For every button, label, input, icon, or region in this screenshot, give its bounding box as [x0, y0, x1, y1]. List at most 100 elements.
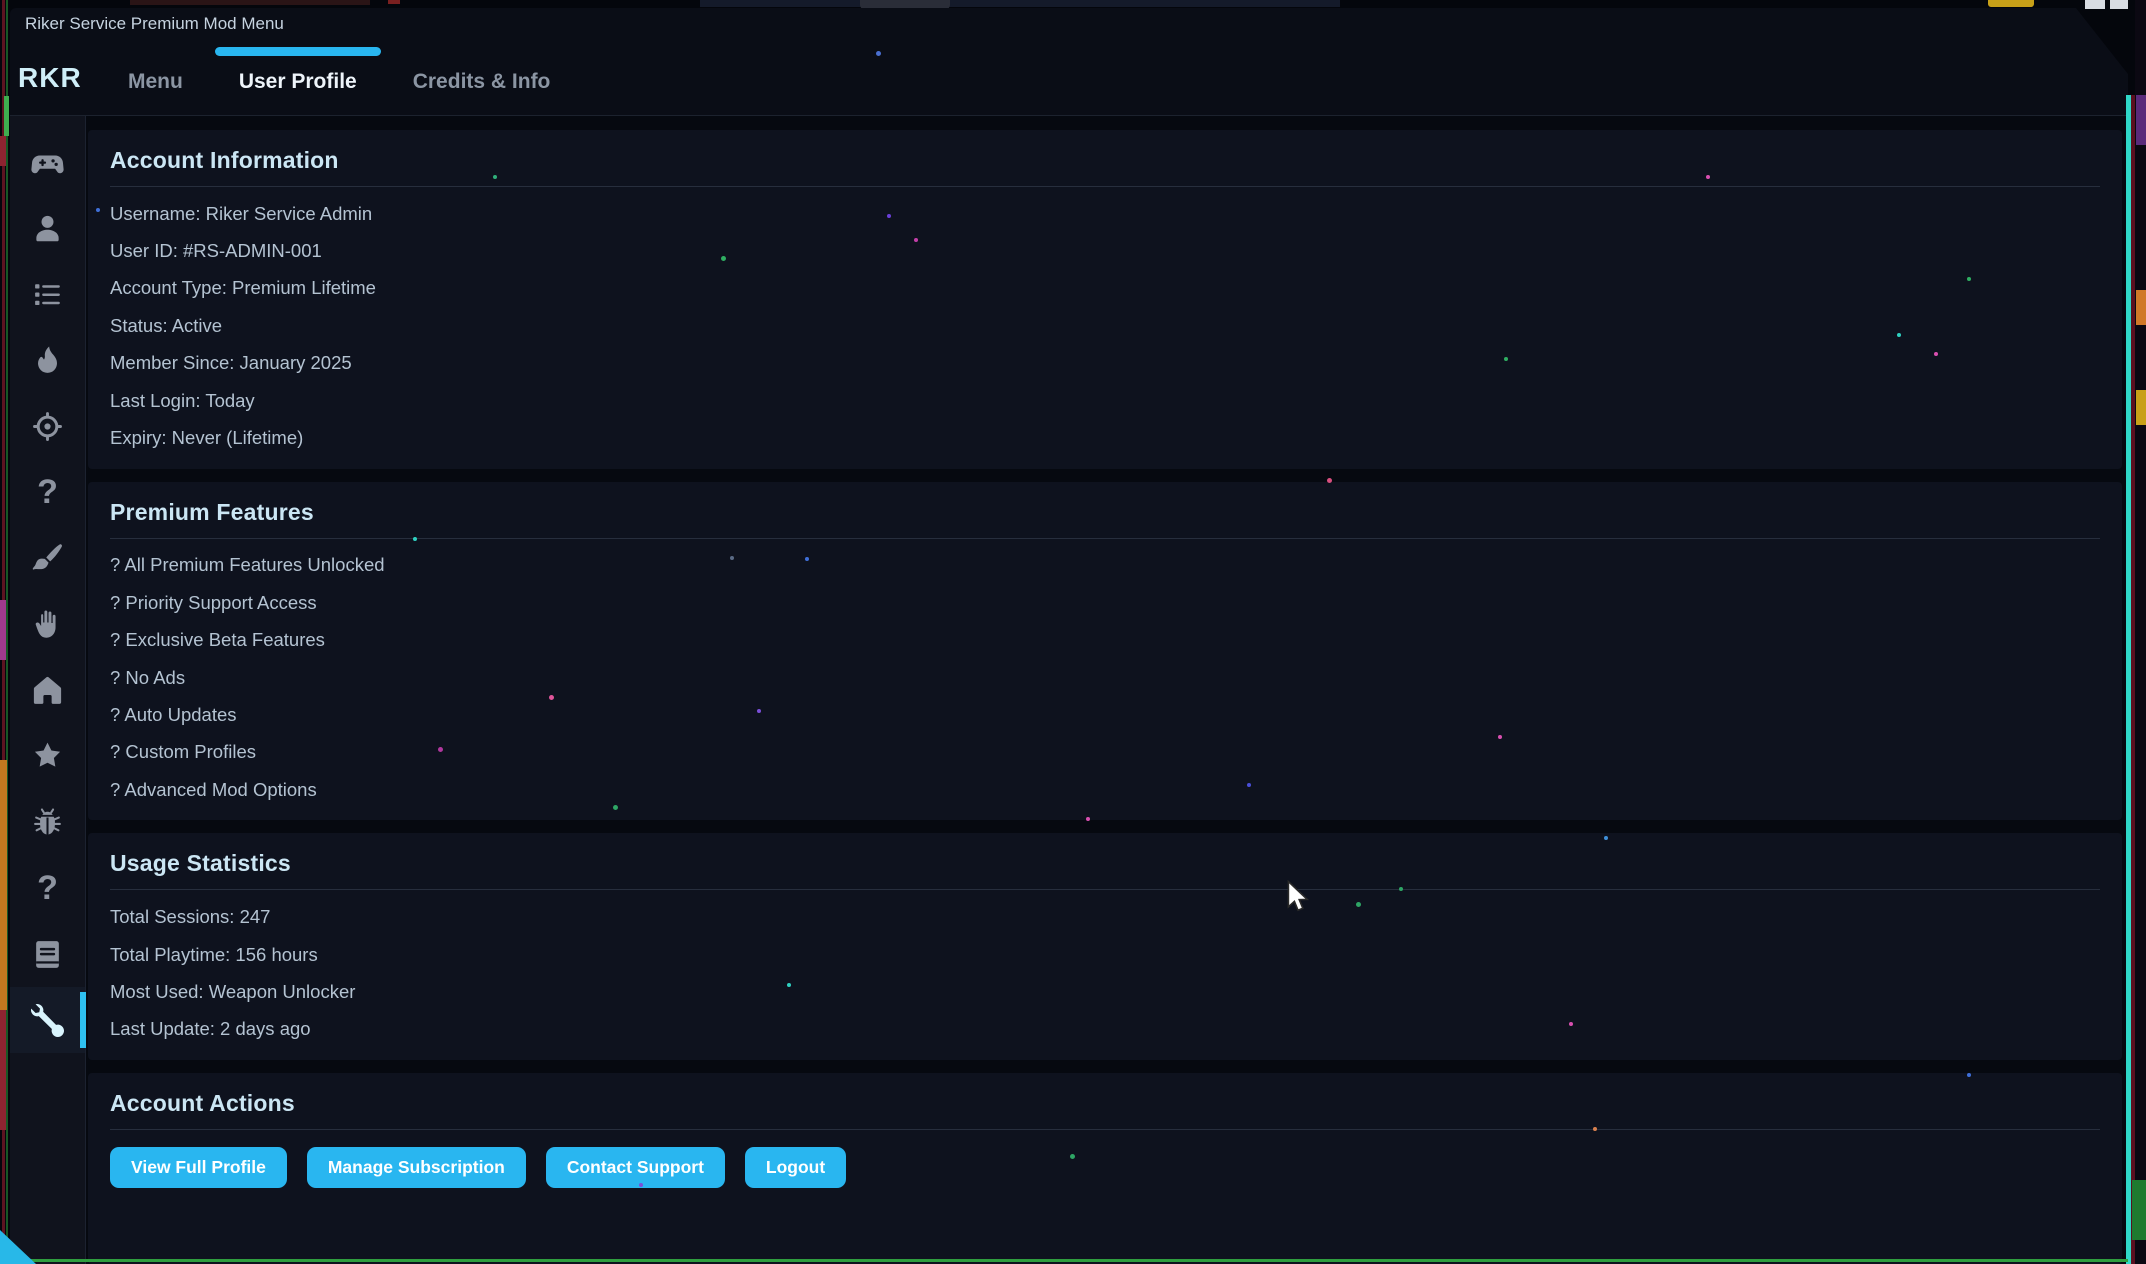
particle-dot — [887, 214, 891, 218]
content-area: Account Information Username: Riker Servi… — [86, 116, 2128, 1264]
particle-dot — [1706, 175, 1710, 179]
sidebar-item-home[interactable] — [10, 657, 85, 723]
sidebar-item-wrench-active[interactable] — [10, 987, 85, 1053]
sidebar-item-flame[interactable] — [10, 327, 85, 393]
video-artifact — [388, 0, 400, 4]
tab-bar: MenuUser ProfileCredits & Info — [100, 38, 578, 115]
section-account-information: Account Information Username: Riker Servi… — [88, 130, 2122, 469]
particle-dot — [1399, 887, 1403, 891]
view-full-profile-button[interactable]: View Full Profile — [110, 1147, 287, 1188]
mouse-cursor — [1286, 880, 1314, 917]
section-title: Account Actions — [110, 1090, 2100, 1117]
video-artifact — [0, 760, 7, 1010]
particle-dot — [730, 556, 734, 560]
info-row: ? Auto Updates — [110, 696, 2100, 733]
section-rows: Username: Riker Service AdminUser ID: #R… — [110, 187, 2100, 457]
info-row: Status: Active — [110, 307, 2100, 344]
video-artifact — [2110, 0, 2128, 9]
manage-subscription-button[interactable]: Manage Subscription — [307, 1147, 526, 1188]
sidebar-item-bug[interactable] — [10, 789, 85, 855]
sidebar-item-brush[interactable] — [10, 525, 85, 591]
particle-dot — [1498, 735, 1502, 739]
particle-dot — [96, 208, 100, 212]
particle-dot — [493, 175, 497, 179]
video-artifact — [2085, 0, 2105, 9]
particle-dot — [1967, 277, 1971, 281]
particle-dot — [1967, 1073, 1971, 1077]
window-title: Riker Service Premium Mod Menu — [25, 14, 284, 34]
logout-button[interactable]: Logout — [745, 1147, 846, 1188]
particle-dot — [1934, 352, 1938, 356]
contact-support-button[interactable]: Contact Support — [546, 1147, 725, 1188]
particle-dot — [438, 747, 443, 752]
section-title: Account Information — [110, 147, 2100, 174]
info-row: ? Exclusive Beta Features — [110, 622, 2100, 659]
video-artifact — [2135, 0, 2146, 1264]
video-artifact — [6, 0, 8, 1264]
particle-dot — [1356, 902, 1361, 907]
section-rows: Total Sessions: 247Total Playtime: 156 h… — [110, 890, 2100, 1048]
sidebar: ?? — [10, 116, 86, 1264]
question-icon: ? — [37, 475, 58, 509]
logo: RKR — [18, 62, 85, 94]
info-row: Expiry: Never (Lifetime) — [110, 419, 2100, 456]
info-row: ? Advanced Mod Options — [110, 771, 2100, 808]
sidebar-item-gamepad[interactable] — [10, 129, 85, 195]
info-row: Last Update: 2 days ago — [110, 1011, 2100, 1048]
sidebar-item-user[interactable] — [10, 195, 85, 261]
particle-dot — [787, 983, 791, 987]
particle-dot — [1897, 333, 1901, 337]
section-title: Premium Features — [110, 499, 2100, 526]
video-artifact — [0, 600, 6, 660]
main-area: ?? Account Information Username: Riker Se… — [10, 116, 2128, 1264]
tab-menu[interactable]: Menu — [100, 38, 211, 115]
info-row: Last Login: Today — [110, 382, 2100, 419]
particle-dot — [914, 238, 918, 242]
crosshair-icon — [31, 410, 64, 443]
particle-dot — [1604, 836, 1608, 840]
tab-credits-info[interactable]: Credits & Info — [385, 38, 579, 115]
action-buttons: View Full Profile Manage Subscription Cont… — [110, 1147, 2100, 1188]
sidebar-item-star[interactable] — [10, 723, 85, 789]
tab-user-profile[interactable]: User Profile — [211, 38, 385, 115]
sidebar-item-question[interactable]: ? — [10, 855, 85, 921]
video-artifact — [2136, 290, 2146, 325]
info-row: ? Custom Profiles — [110, 734, 2100, 771]
particle-dot — [1327, 478, 1332, 483]
mod-menu-window: Riker Service Premium Mod Menu RKR MenuU… — [10, 8, 2128, 1264]
particle-dot — [805, 557, 809, 561]
star-icon — [31, 740, 64, 773]
particle-dot — [549, 695, 554, 700]
particle-dot — [757, 709, 761, 713]
sidebar-item-hand[interactable] — [10, 591, 85, 657]
question-icon: ? — [37, 871, 58, 905]
info-row: ? No Ads — [110, 659, 2100, 696]
info-row: Total Sessions: 247 — [110, 898, 2100, 935]
sidebar-item-crosshair[interactable] — [10, 393, 85, 459]
particle-dot — [1593, 1127, 1597, 1131]
section-account-actions: Account Actions View Full Profile Manage S… — [88, 1073, 2122, 1264]
video-artifact — [860, 0, 950, 9]
titlebar: Riker Service Premium Mod Menu — [10, 8, 2128, 38]
video-artifact — [2132, 1180, 2146, 1240]
video-artifact — [0, 1010, 6, 1130]
home-icon — [31, 674, 64, 707]
video-artifact — [2136, 95, 2146, 145]
section-usage-statistics: Usage StatisticsTotal Sessions: 247Total… — [88, 833, 2122, 1060]
video-artifact — [130, 0, 370, 5]
info-row: ? All Premium Features Unlocked — [110, 547, 2100, 584]
info-row: ? Priority Support Access — [110, 584, 2100, 621]
info-row: Total Playtime: 156 hours — [110, 936, 2100, 973]
user-icon — [31, 212, 64, 245]
particle-dot — [1569, 1022, 1573, 1026]
book-icon — [31, 938, 64, 971]
section-divider — [110, 1129, 2100, 1130]
info-row: Most Used: Weapon Unlocker — [110, 973, 2100, 1010]
sidebar-item-list[interactable] — [10, 261, 85, 327]
info-row: Account Type: Premium Lifetime — [110, 270, 2100, 307]
brush-icon — [31, 542, 64, 575]
info-row: Member Since: January 2025 — [110, 345, 2100, 382]
hand-icon — [31, 608, 64, 641]
sidebar-item-question[interactable]: ? — [10, 459, 85, 525]
sidebar-item-book[interactable] — [10, 921, 85, 987]
